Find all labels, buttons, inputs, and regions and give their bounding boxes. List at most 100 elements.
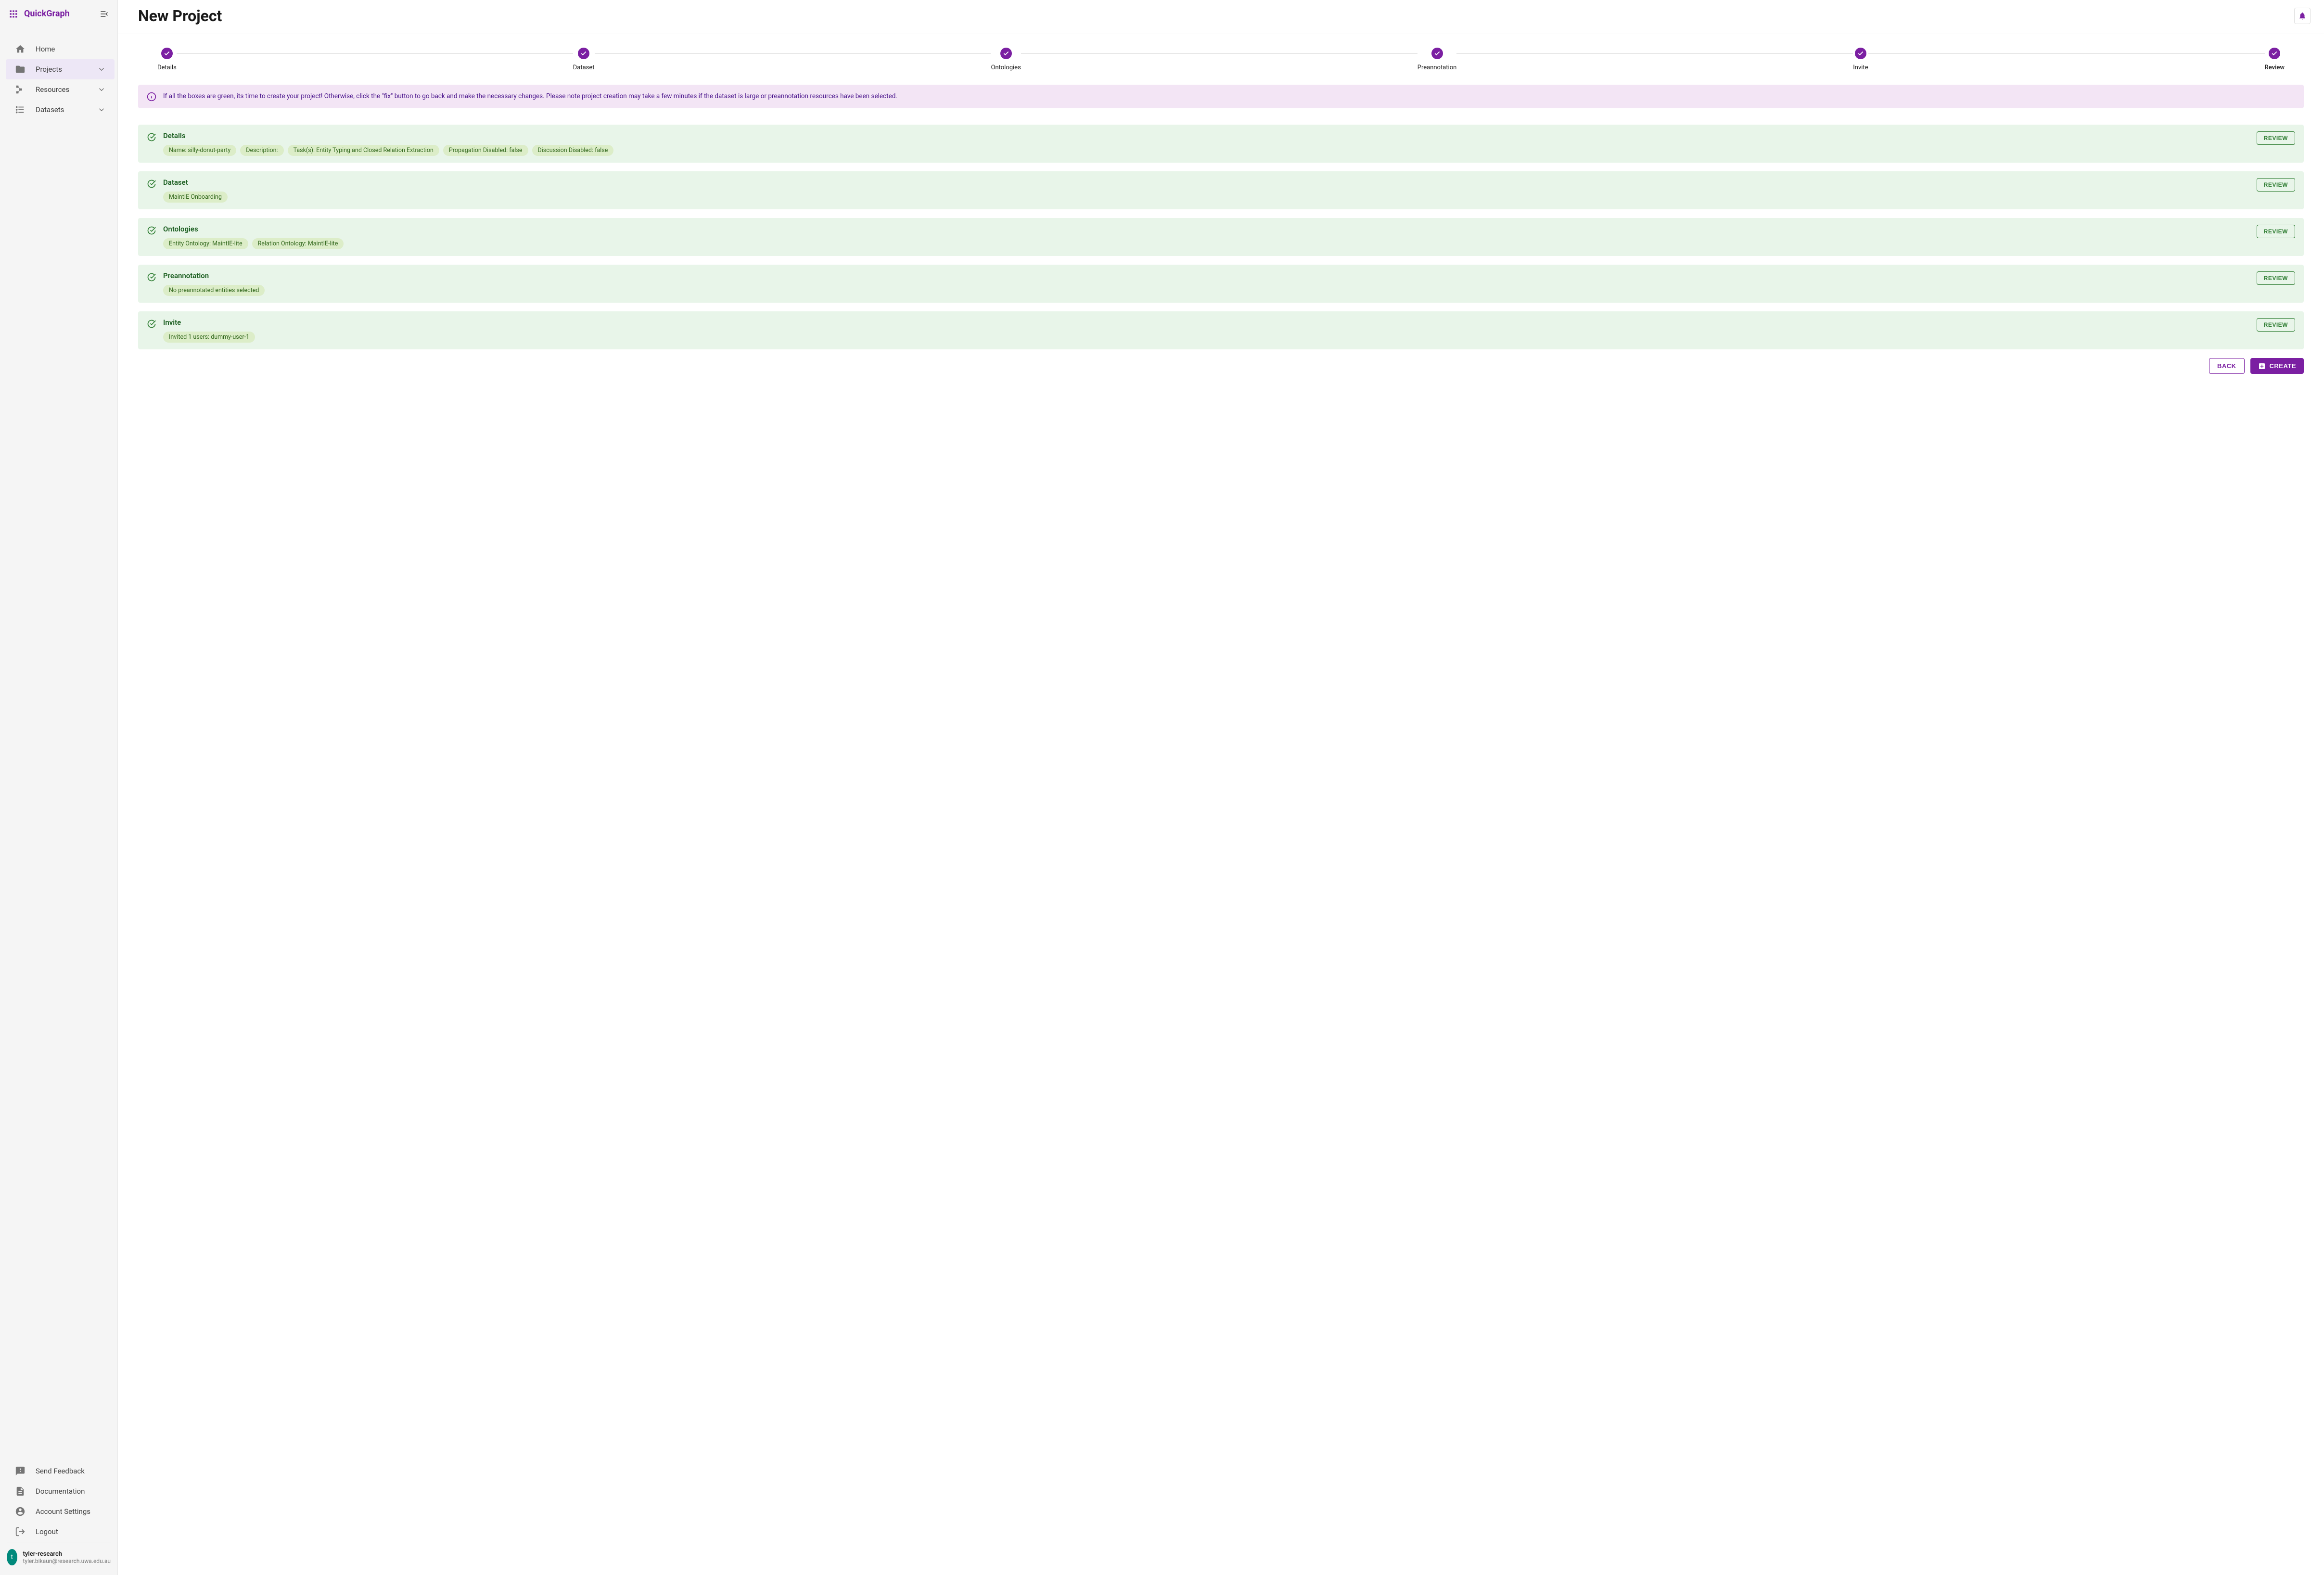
chip: Relation Ontology: MaintIE-lite — [252, 238, 344, 249]
sidebar-item-home[interactable]: Home — [6, 39, 115, 59]
chip: Description: — [240, 145, 283, 156]
review-card: Invite Invited 1 users: dummy-user-1 REVIE… — [138, 311, 2304, 349]
review-card-title: Invite — [163, 318, 2250, 327]
sidebar-item-label: Datasets — [36, 105, 88, 114]
step-preannotation[interactable]: Preannotation — [1417, 48, 1457, 71]
user-name: tyler-research — [23, 1550, 111, 1558]
step-connector — [1021, 53, 1417, 54]
sidebar-main-nav: Home Projects Resources — [0, 27, 117, 1455]
chip: No preannotated entities selected — [163, 285, 265, 296]
step-label: Dataset — [573, 64, 595, 71]
review-card: Details Name: silly-donut-party Descriptio… — [138, 125, 2304, 163]
document-icon — [14, 1486, 26, 1497]
chevron-down-icon — [97, 65, 106, 74]
chip: Discussion Disabled: false — [532, 145, 614, 156]
step-details[interactable]: Details — [157, 48, 177, 71]
sidebar-item-feedback[interactable]: Send Feedback — [6, 1461, 115, 1481]
footer-actions: BACK CREATE — [138, 358, 2304, 374]
review-card-body: OntologiesEntity Ontology: MaintIE-liteR… — [163, 225, 2250, 249]
account-icon — [14, 1506, 26, 1517]
bell-icon — [2298, 12, 2307, 20]
list-icon — [14, 104, 26, 115]
sidebar-item-label: Resources — [36, 85, 88, 94]
check-circle-icon — [147, 132, 156, 142]
review-button[interactable]: REVIEW — [2257, 271, 2295, 285]
sidebar-item-logout[interactable]: Logout — [6, 1522, 115, 1542]
user-email: tyler.bikaun@research.uwa.edu.au — [23, 1558, 111, 1564]
sidebar: QuickGraph Home Projects — [0, 0, 118, 1575]
sidebar-item-resources[interactable]: Resources — [6, 79, 115, 100]
chip: Entity Ontology: MaintIE-lite — [163, 238, 248, 249]
chip-row: Entity Ontology: MaintIE-lite Relation On… — [163, 238, 2250, 249]
avatar-initial: t — [11, 1553, 13, 1561]
collapse-sidebar-icon[interactable] — [99, 9, 109, 19]
step-connector — [1868, 53, 2265, 54]
chevron-down-icon — [97, 85, 106, 94]
review-card-title: Preannotation — [163, 271, 2250, 280]
notifications-button[interactable] — [2294, 8, 2311, 24]
info-banner: If all the boxes are green, its time to … — [138, 85, 2304, 108]
resources-icon — [14, 84, 26, 95]
review-card: Preannotation No preannotated entities se… — [138, 265, 2304, 303]
chip: Name: silly-donut-party — [163, 145, 236, 156]
step-label: Review — [2265, 64, 2285, 71]
chevron-down-icon — [97, 105, 106, 114]
brand-grid-icon — [9, 9, 18, 19]
chip: Invited 1 users: dummy-user-1 — [163, 332, 255, 343]
create-button[interactable]: CREATE — [2250, 358, 2304, 374]
main-content: New Project Details Dataset — [118, 0, 2324, 1575]
step-connector — [595, 53, 991, 54]
sidebar-item-label: Logout — [36, 1527, 106, 1536]
step-dataset[interactable]: Dataset — [573, 48, 595, 71]
back-button[interactable]: BACK — [2209, 358, 2245, 374]
chip-row: Invited 1 users: dummy-user-1 — [163, 332, 2250, 343]
review-card-title: Details — [163, 131, 2250, 140]
review-button[interactable]: REVIEW — [2257, 225, 2295, 238]
review-button[interactable]: REVIEW — [2257, 131, 2295, 145]
sidebar-item-projects[interactable]: Projects — [6, 59, 115, 79]
sidebar-item-datasets[interactable]: Datasets — [6, 100, 115, 120]
step-label: Ontologies — [991, 64, 1021, 71]
avatar: t — [7, 1549, 17, 1565]
review-sections: Details Name: silly-donut-party Descriptio… — [138, 125, 2304, 349]
review-card-body: DatasetMaintIE Onboarding — [163, 178, 2250, 203]
step-label: Details — [157, 64, 177, 71]
chip: Task(s): Entity Typing and Closed Relati… — [288, 145, 439, 156]
sidebar-item-account[interactable]: Account Settings — [6, 1501, 115, 1522]
step-ontologies[interactable]: Ontologies — [991, 48, 1021, 71]
create-button-label: CREATE — [2270, 362, 2296, 370]
step-review[interactable]: Review — [2265, 48, 2285, 71]
review-button[interactable]: REVIEW — [2257, 318, 2295, 332]
review-card-body: Invite Invited 1 users: dummy-user-1 — [163, 318, 2250, 343]
review-card: OntologiesEntity Ontology: MaintIE-liteR… — [138, 218, 2304, 256]
step-label: Preannotation — [1417, 64, 1457, 71]
brand-name: QuickGraph — [24, 9, 93, 19]
stepper: Details Dataset Ontologies Preannotation — [138, 48, 2304, 71]
step-done-icon — [2269, 48, 2280, 59]
check-circle-icon — [147, 319, 156, 329]
step-connector — [177, 53, 573, 54]
home-icon — [14, 44, 26, 54]
app-root: QuickGraph Home Projects — [0, 0, 2324, 1575]
step-invite[interactable]: Invite — [1853, 48, 1868, 71]
check-circle-icon — [147, 179, 156, 189]
sidebar-item-label: Projects — [36, 65, 88, 74]
chip: Propagation Disabled: false — [443, 145, 528, 156]
user-text: tyler-research tyler.bikaun@research.uwa… — [23, 1550, 111, 1564]
check-circle-icon — [147, 272, 156, 282]
sidebar-item-documentation[interactable]: Documentation — [6, 1481, 115, 1501]
sidebar-item-label: Home — [36, 45, 106, 53]
sidebar-item-label: Send Feedback — [36, 1467, 106, 1475]
folder-icon — [14, 64, 26, 75]
step-done-icon — [1855, 48, 1866, 59]
step-done-icon — [578, 48, 589, 59]
chip-row: Name: silly-donut-party Description: Task(… — [163, 145, 2250, 156]
step-done-icon — [1431, 48, 1443, 59]
review-card: DatasetMaintIE Onboarding REVIEW — [138, 171, 2304, 209]
feedback-icon — [14, 1466, 26, 1476]
sidebar-bottom: Send Feedback Documentation Account Sett… — [0, 1455, 117, 1575]
review-button[interactable]: REVIEW — [2257, 178, 2295, 192]
logout-icon — [14, 1526, 26, 1537]
step-connector — [1456, 53, 1853, 54]
user-profile-row[interactable]: t tyler-research tyler.bikaun@research.u… — [0, 1545, 117, 1569]
